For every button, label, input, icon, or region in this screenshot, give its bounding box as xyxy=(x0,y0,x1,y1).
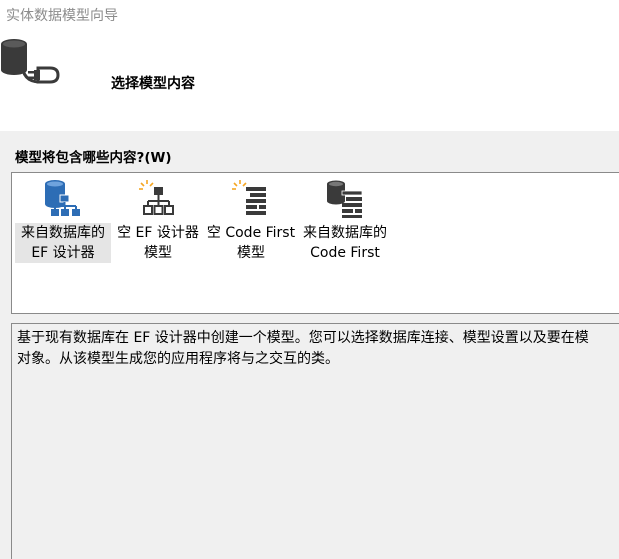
choice-empty-code-first[interactable]: 空 Code First 模型 xyxy=(203,177,299,265)
wizard-header: 实体数据模型向导 选择模型内容 xyxy=(0,0,619,131)
database-code-first-icon xyxy=(299,179,391,219)
description-line: 基于现有数据库在 EF 设计器中创建一个模型。您可以选择数据库连接、模型设置以及… xyxy=(17,330,589,346)
choice-label: 空 Code First 模型 xyxy=(206,225,296,261)
choice-empty-ef-designer[interactable]: 空 EF 设计器 模型 xyxy=(113,177,203,265)
choice-label: 空 EF 设计器 模型 xyxy=(117,225,199,261)
choice-ef-designer-from-database[interactable]: 来自数据库的 EF 设计器 xyxy=(15,177,111,265)
choice-label: 来自数据库的 Code First xyxy=(303,225,387,261)
empty-diagram-icon xyxy=(113,179,203,219)
empty-code-first-icon xyxy=(203,179,299,219)
choice-description: 基于现有数据库在 EF 设计器中创建一个模型。您可以选择数据库连接、模型设置以及… xyxy=(11,323,619,559)
content-question-label: 模型将包含哪些内容?(W) xyxy=(15,150,172,166)
window-title: 实体数据模型向导 xyxy=(6,8,118,24)
database-plug-icon xyxy=(0,38,62,90)
page-heading: 选择模型内容 xyxy=(111,76,195,92)
database-diagram-icon xyxy=(15,179,111,219)
model-contents-list[interactable]: 来自数据库的 EF 设计器 空 EF 设计器 模型 空 Code First 模… xyxy=(11,172,619,314)
description-line: 对象。从该模型生成您的应用程序将与之交互的类。 xyxy=(17,351,339,367)
choice-label: 来自数据库的 EF 设计器 xyxy=(15,223,111,263)
choice-code-first-from-database[interactable]: 来自数据库的 Code First xyxy=(299,177,391,265)
